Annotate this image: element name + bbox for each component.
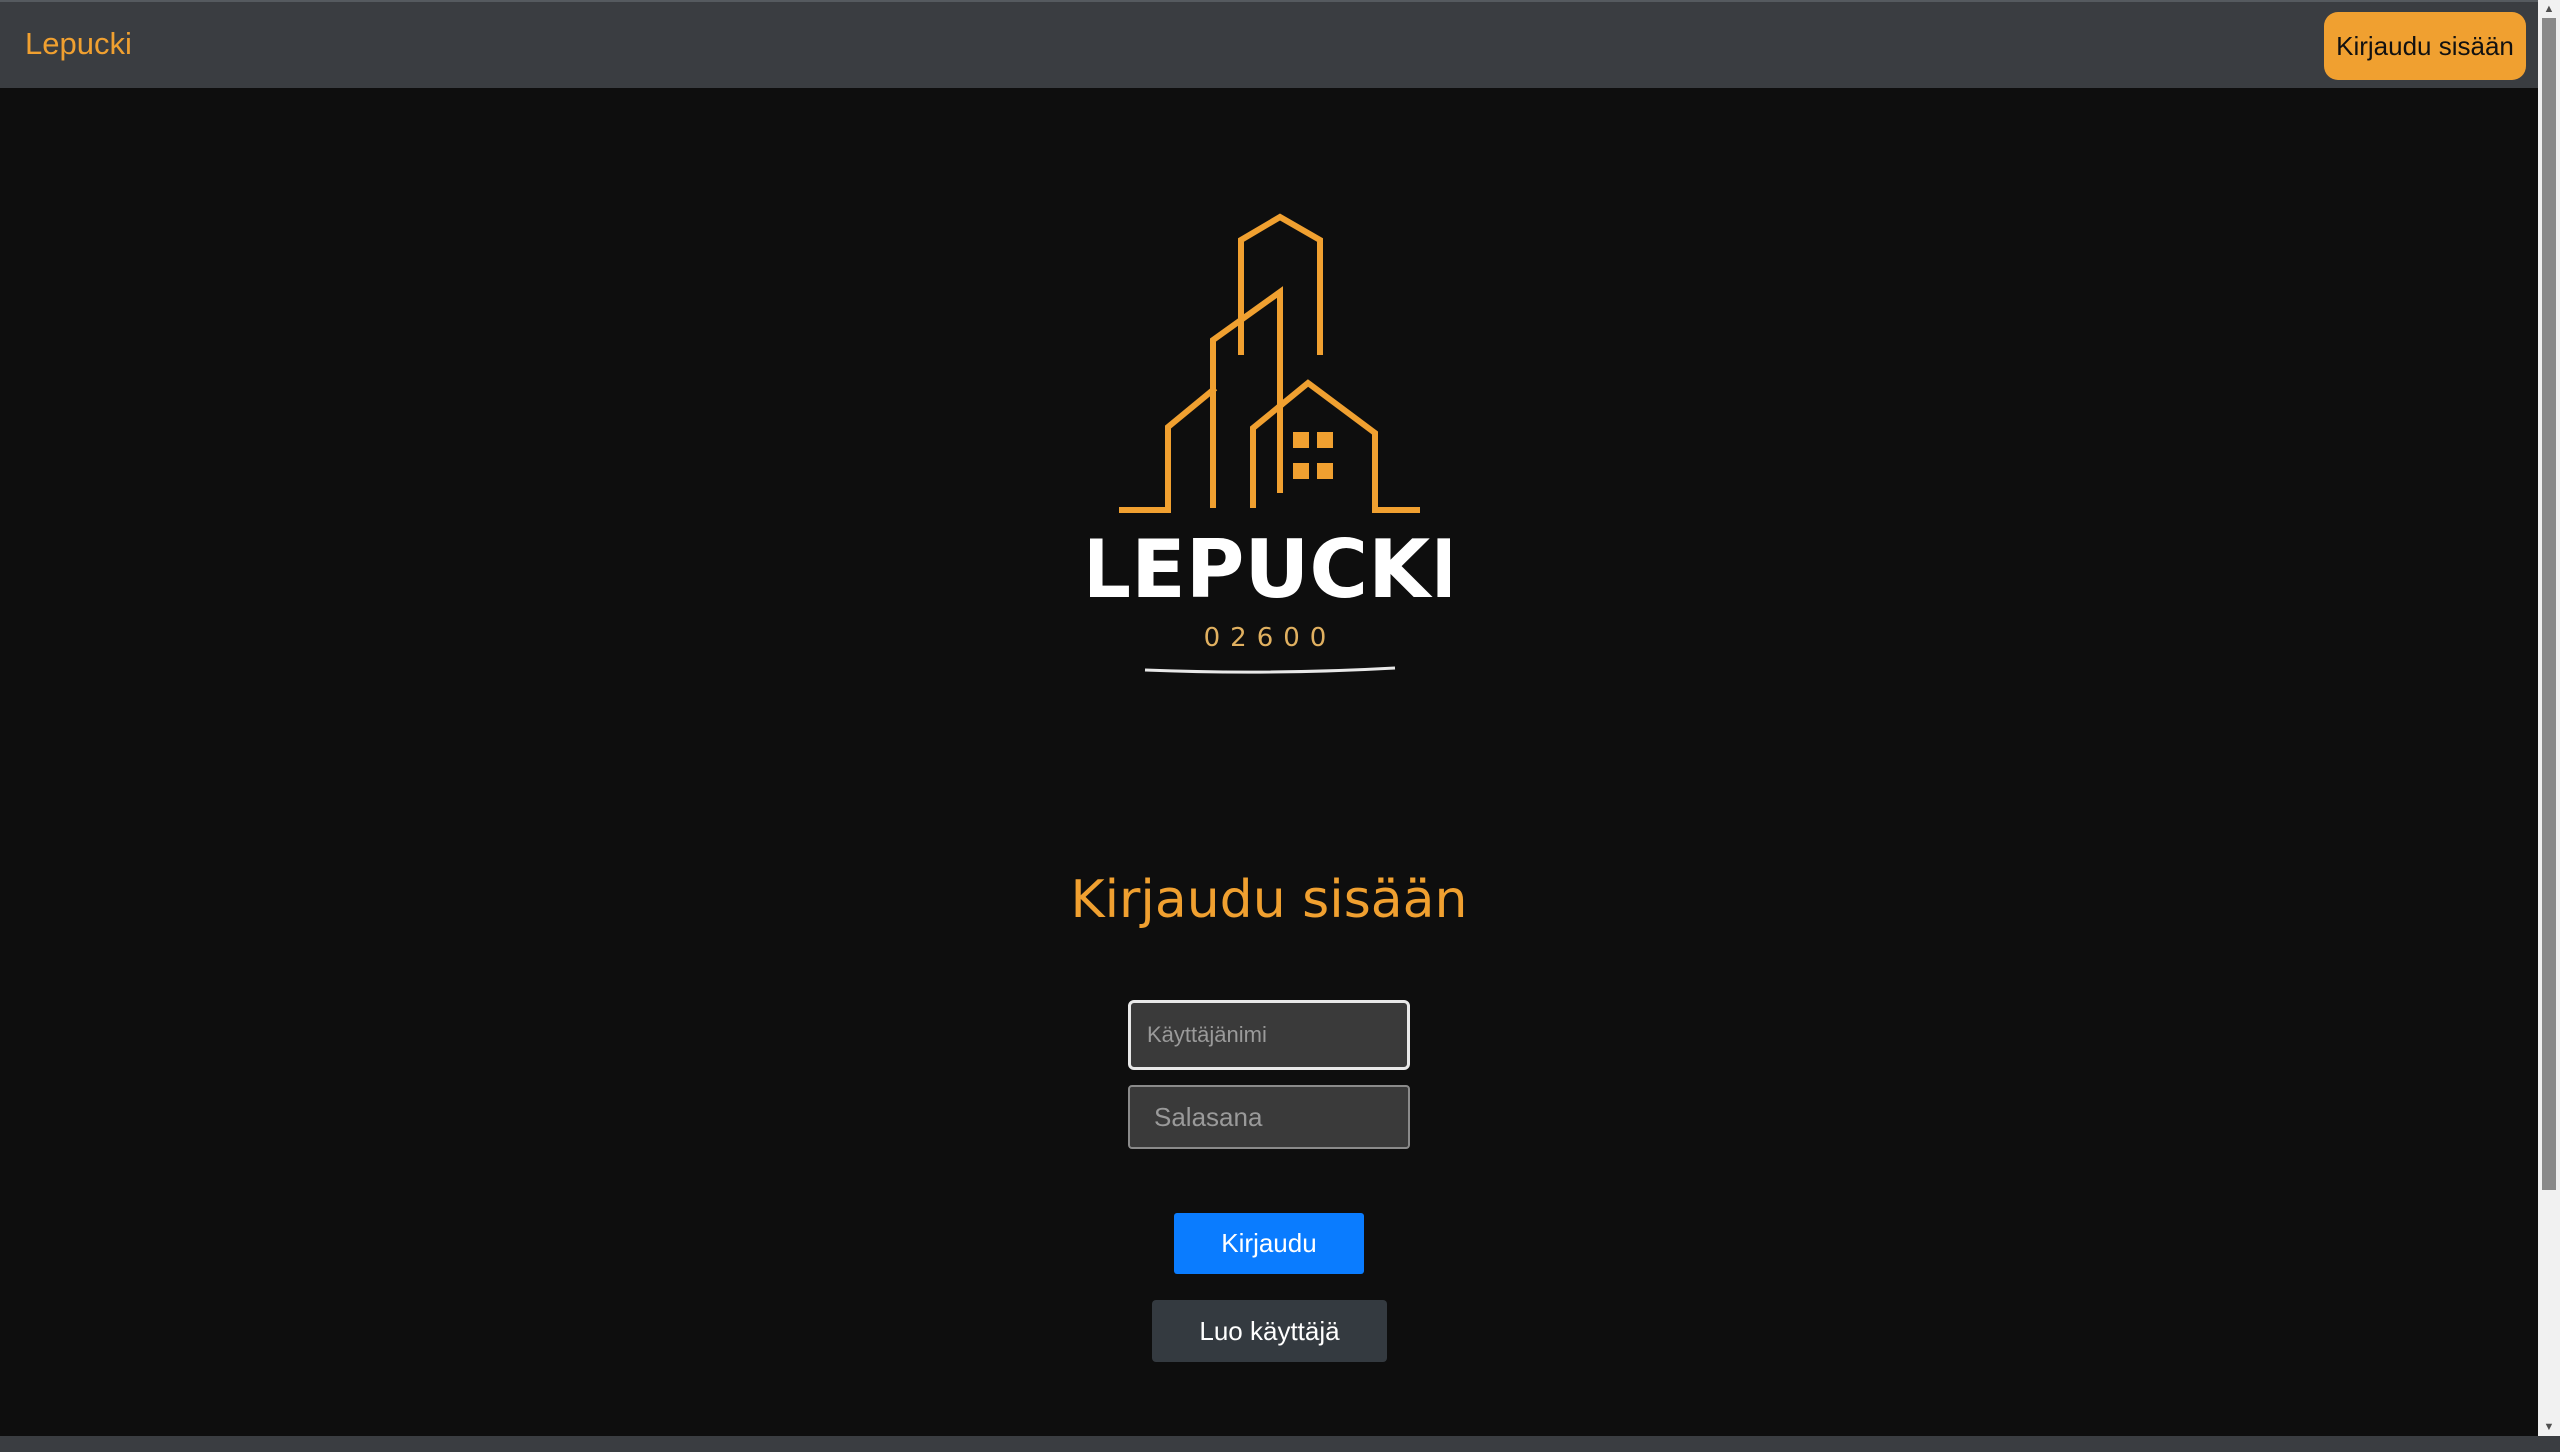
scroll-up-arrow-icon[interactable]: ▲	[2538, 0, 2560, 18]
logo-postal-code: 02600	[1204, 623, 1337, 653]
bottom-bar	[0, 1436, 2560, 1452]
scroll-down-arrow-icon[interactable]: ▼	[2538, 1418, 2560, 1436]
page-viewport: Lepucki Kirjaudu sisään LEPUCKI 02600 Ki…	[0, 0, 2538, 1436]
lepucki-logo: LEPUCKI 02600	[1090, 205, 1450, 685]
password-input[interactable]	[1128, 1085, 1410, 1149]
logo-wordmark: LEPUCKI	[1090, 523, 1450, 616]
username-input[interactable]	[1128, 1000, 1410, 1070]
create-account-button[interactable]: Luo käyttäjä	[1152, 1300, 1387, 1362]
nav-login-button[interactable]: Kirjaudu sisään	[2324, 12, 2526, 80]
login-title: Kirjaudu sisään	[1070, 870, 1468, 930]
top-navbar: Lepucki Kirjaudu sisään	[0, 0, 2538, 88]
scrollbar-thumb[interactable]	[2542, 18, 2556, 1190]
building-logo-icon: LEPUCKI 02600	[1090, 213, 1450, 674]
vertical-scrollbar[interactable]: ▲ ▼	[2538, 0, 2560, 1436]
brand-link[interactable]: Lepucki	[25, 26, 132, 62]
login-submit-button[interactable]: Kirjaudu	[1174, 1213, 1364, 1274]
